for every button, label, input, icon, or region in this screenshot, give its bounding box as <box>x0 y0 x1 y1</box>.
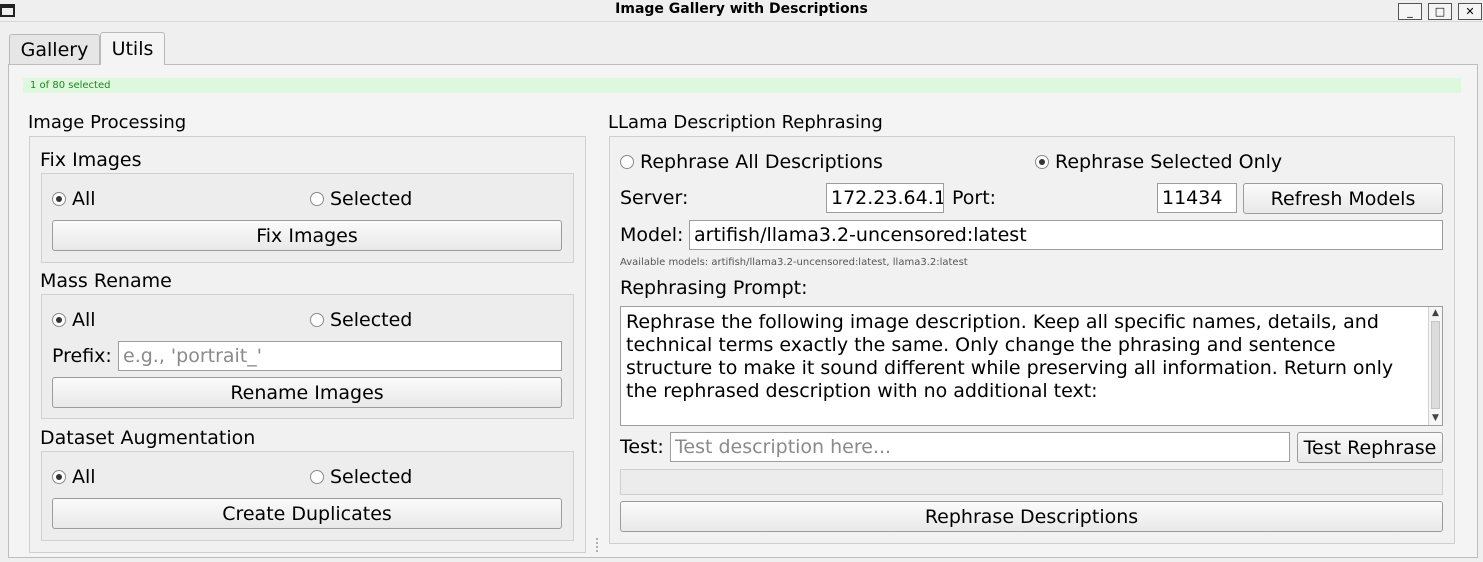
prompt-line: Rephrase the following image description… <box>626 311 1379 333</box>
prompt-line: structure to make it sound different whi… <box>626 357 1394 379</box>
scroll-down-icon[interactable]: ▼ <box>1429 412 1442 425</box>
minimize-icon: _ <box>1407 5 1413 18</box>
radio-label: All <box>72 466 96 488</box>
minimize-button[interactable]: _ <box>1398 3 1422 20</box>
radio-label: Selected <box>330 188 413 210</box>
scroll-up-icon[interactable]: ▲ <box>1429 307 1442 320</box>
rephrasing-prompt-label: Rephrasing Prompt: <box>620 277 808 299</box>
prefix-input[interactable]: e.g., 'portrait_' <box>118 341 562 371</box>
prefix-label: Prefix: <box>52 345 112 367</box>
tab-utils-label: Utils <box>111 38 154 60</box>
test-label: Test: <box>620 436 664 458</box>
radio-unchecked-icon <box>620 155 634 169</box>
radio-unchecked-icon <box>310 192 324 206</box>
port-label: Port: <box>952 187 997 209</box>
prompt-line: the rephrased description with no additi… <box>626 380 1098 402</box>
augmentation-radio-all[interactable]: All <box>52 466 96 488</box>
create-duplicates-button[interactable]: Create Duplicates <box>52 498 562 529</box>
model-input[interactable]: artifish/llama3.2-uncensored:latest <box>689 220 1443 250</box>
radio-checked-icon <box>52 470 66 484</box>
rephrase-progress-bar <box>620 469 1443 495</box>
test-placeholder: Test description here... <box>675 436 892 458</box>
fix-images-button[interactable]: Fix Images <box>52 220 562 251</box>
radio-unchecked-icon <box>310 470 324 484</box>
fix-images-radio-all[interactable]: All <box>52 188 96 210</box>
radio-label: All <box>72 188 96 210</box>
rephrase-selected-radio[interactable]: Rephrase Selected Only <box>1035 151 1282 173</box>
radio-checked-icon <box>1035 155 1049 169</box>
close-icon: ✕ <box>1465 5 1475 18</box>
close-button[interactable]: ✕ <box>1458 3 1482 20</box>
augmentation-radio-selected[interactable]: Selected <box>310 466 412 488</box>
rephrase-descriptions-button[interactable]: Rephrase Descriptions <box>620 501 1443 532</box>
available-models-text: Available models: artifish/llama3.2-unce… <box>620 257 968 268</box>
rename-images-button[interactable]: Rename Images <box>52 377 562 408</box>
tab-gallery[interactable]: Gallery <box>9 34 100 65</box>
radio-label: Rephrase All Descriptions <box>640 151 883 173</box>
mass-rename-title: Mass Rename <box>40 270 172 292</box>
fix-images-radio-selected[interactable]: Selected <box>310 188 412 210</box>
tab-utils[interactable]: Utils <box>100 32 165 65</box>
fix-images-title: Fix Images <box>40 149 142 171</box>
tab-gallery-label: Gallery <box>20 39 89 61</box>
image-processing-title: Image Processing <box>28 112 187 133</box>
port-input[interactable]: 11434 <box>1157 183 1237 213</box>
maximize-button[interactable]: □ <box>1428 3 1452 20</box>
radio-checked-icon <box>52 313 66 327</box>
radio-label: All <box>72 309 96 331</box>
rephrase-all-radio[interactable]: Rephrase All Descriptions <box>620 151 883 173</box>
radio-checked-icon <box>52 192 66 206</box>
selection-status: 1 of 80 selected <box>23 78 1461 93</box>
server-label: Server: <box>620 187 689 209</box>
model-label: Model: <box>620 224 684 246</box>
scrollbar-thumb[interactable] <box>1431 321 1440 409</box>
rephrasing-prompt-textarea[interactable]: Rephrase the following image description… <box>620 306 1443 426</box>
window-title: Image Gallery with Descriptions <box>615 1 868 17</box>
refresh-models-button[interactable]: Refresh Models <box>1243 183 1443 214</box>
prefix-placeholder: e.g., 'portrait_' <box>123 345 262 367</box>
server-input[interactable]: 172.23.64.1 <box>826 183 944 213</box>
maximize-icon: □ <box>1434 5 1446 18</box>
test-rephrase-button[interactable]: Test Rephrase <box>1297 432 1443 463</box>
test-description-input[interactable]: Test description here... <box>670 432 1290 462</box>
radio-label: Selected <box>330 309 413 331</box>
prompt-scrollbar[interactable]: ▲ ▼ <box>1428 307 1442 425</box>
prompt-line: technical terms exactly the same. Only c… <box>626 334 1336 356</box>
splitter-handle[interactable] <box>596 538 598 552</box>
mass-rename-radio-selected[interactable]: Selected <box>310 309 412 331</box>
window-titlebar: Image Gallery with Descriptions _ □ ✕ <box>0 0 1483 22</box>
dataset-augmentation-title: Dataset Augmentation <box>40 427 256 449</box>
radio-label: Rephrase Selected Only <box>1055 151 1283 173</box>
mass-rename-radio-all[interactable]: All <box>52 309 96 331</box>
radio-unchecked-icon <box>310 313 324 327</box>
llama-rephrasing-title: LLama Description Rephrasing <box>608 112 883 133</box>
radio-label: Selected <box>330 466 413 488</box>
